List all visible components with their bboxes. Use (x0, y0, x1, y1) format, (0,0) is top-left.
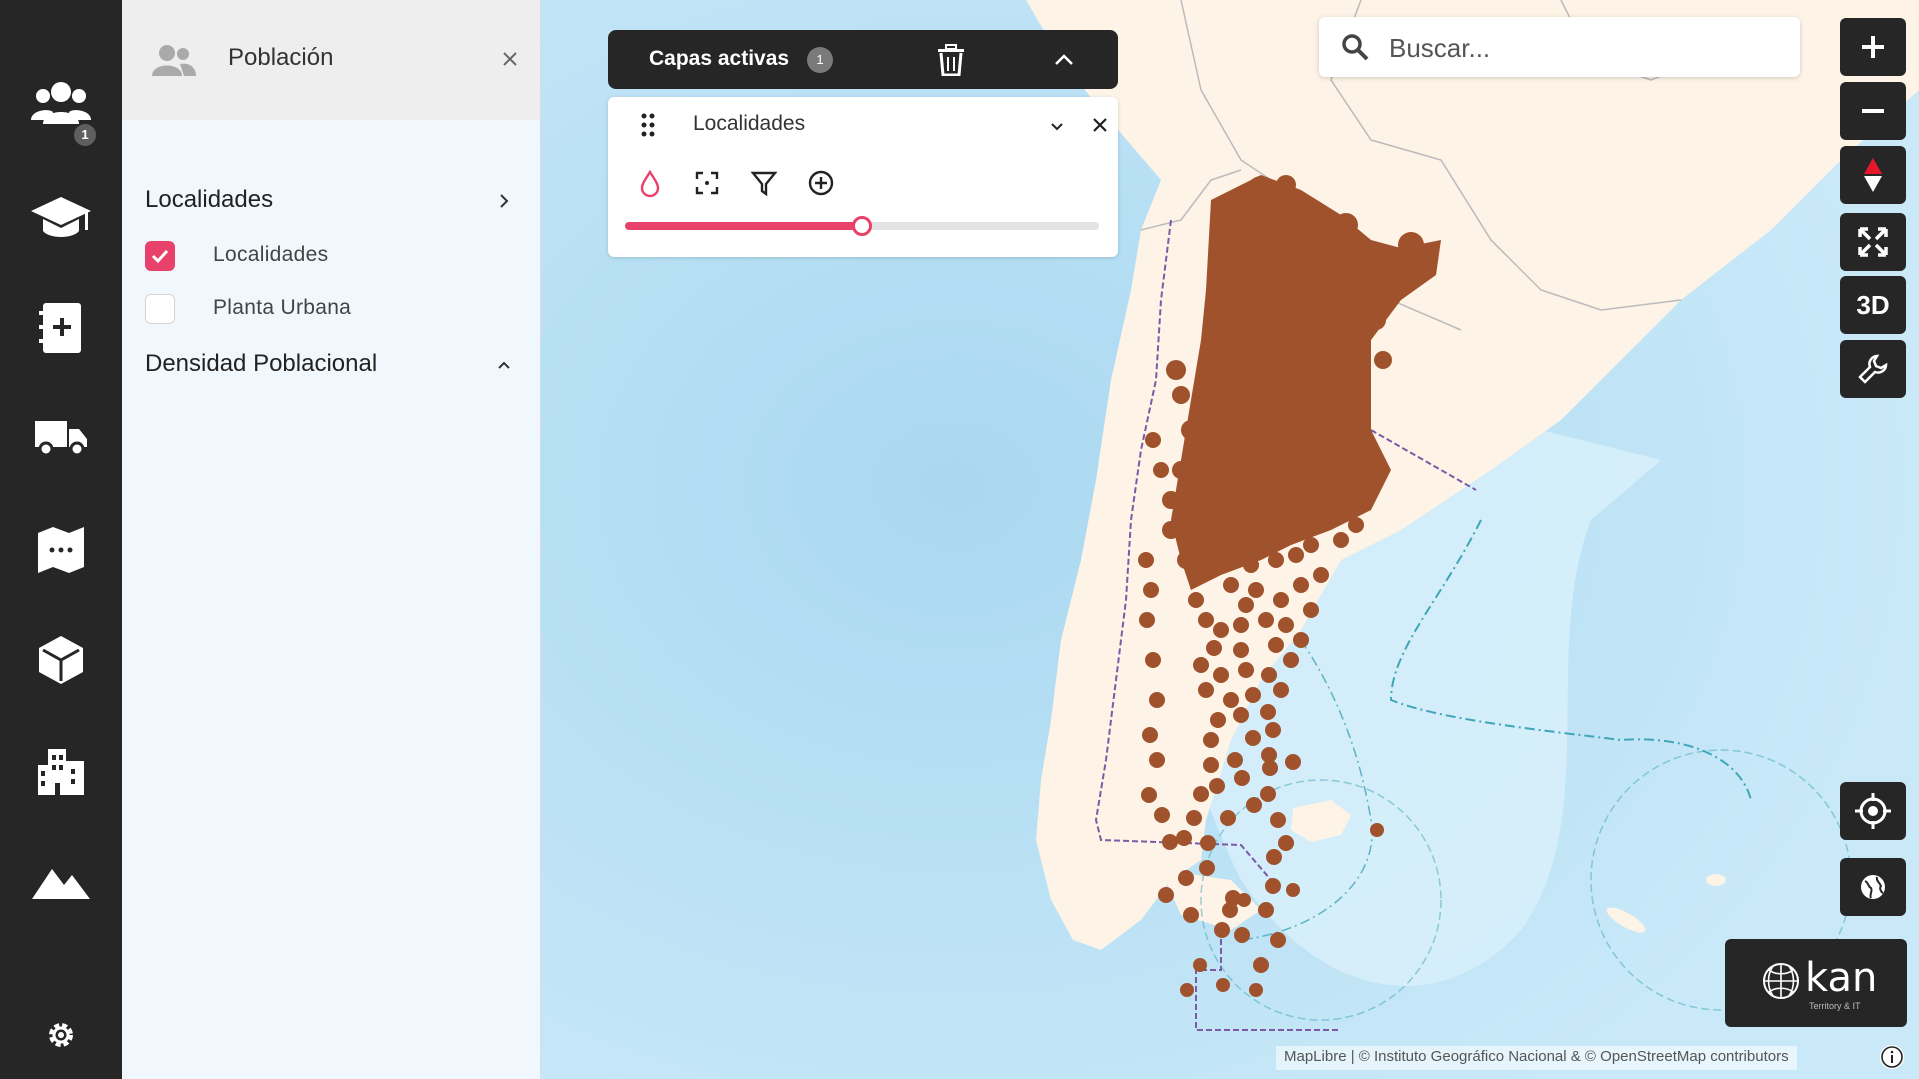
section-title-localidades[interactable]: Localidades (145, 186, 273, 214)
search-icon (1342, 34, 1369, 61)
mountains-icon[interactable] (0, 842, 122, 922)
opacity-slider[interactable] (625, 216, 1099, 236)
checkbox-localidades[interactable] (145, 241, 175, 271)
opacity-slider-handle[interactable] (852, 216, 872, 236)
search-input[interactable] (1387, 27, 1781, 69)
brand-tagline: Territory & IT (1809, 1001, 1861, 1011)
globe-icon (1861, 875, 1885, 899)
tools-button[interactable] (1840, 340, 1906, 398)
active-layers-count-badge: 1 (807, 47, 833, 73)
checkbox-label-localidades: Localidades (213, 243, 329, 266)
check-icon (151, 249, 169, 264)
plus-icon (1862, 36, 1884, 58)
active-layers-title: Capas activas (649, 47, 790, 70)
chevron-down-icon[interactable] (1048, 117, 1066, 135)
active-layers-bar: Capas activas 1 (608, 30, 1118, 89)
cube-icon[interactable] (0, 620, 122, 700)
users-count-badge: 1 (74, 124, 96, 146)
wrench-icon (1858, 354, 1888, 384)
3d-toggle-button[interactable]: 3D (1840, 276, 1906, 334)
crosshair-icon (1855, 793, 1891, 829)
info-icon (1881, 1046, 1903, 1068)
chevron-up-icon[interactable] (494, 355, 514, 375)
expand-icon (1858, 227, 1888, 257)
add-circle-icon[interactable] (806, 168, 836, 198)
panel-header: Población (122, 0, 540, 120)
left-rail: 1 (0, 0, 122, 1079)
layer-name: Localidades (693, 112, 806, 135)
fullscreen-button[interactable] (1840, 213, 1906, 271)
brand-name: kan (1805, 955, 1878, 1001)
zoom-out-button[interactable] (1840, 82, 1906, 140)
minus-icon (1862, 109, 1884, 113)
checkbox-planta-urbana[interactable] (145, 294, 175, 324)
zoom-in-button[interactable] (1840, 18, 1906, 76)
info-button[interactable] (1880, 1045, 1904, 1069)
side-panel: Población Localidades Localidades Planta… (122, 0, 541, 1079)
truck-icon[interactable] (0, 398, 122, 478)
chevron-up-icon[interactable] (1052, 48, 1076, 72)
map-icon[interactable] (0, 510, 122, 590)
buildings-icon[interactable] (0, 732, 122, 812)
focus-extent-icon[interactable] (692, 168, 722, 198)
chevron-right-icon[interactable] (494, 191, 514, 211)
graduation-cap-icon[interactable] (0, 178, 122, 258)
users-icon[interactable] (0, 62, 122, 142)
close-icon[interactable] (1090, 115, 1110, 135)
brand-logo: kan Territory & IT (1725, 939, 1907, 1027)
compass-button[interactable] (1840, 146, 1906, 204)
gear-icon[interactable] (0, 1000, 122, 1070)
add-document-icon[interactable] (0, 288, 122, 368)
filter-icon[interactable] (749, 168, 779, 198)
drag-handle-icon[interactable] (641, 113, 655, 137)
layer-card-localidades: Localidades (608, 97, 1118, 257)
close-icon[interactable] (498, 47, 522, 71)
search-box (1319, 17, 1800, 77)
map-attribution[interactable]: MapLibre | © Instituto Geográfico Nacion… (1276, 1046, 1797, 1070)
checkbox-label-planta-urbana: Planta Urbana (213, 296, 352, 319)
users-icon (152, 45, 196, 76)
globe-logo-icon (1763, 963, 1799, 999)
opacity-slider-fill (625, 222, 862, 230)
trash-icon[interactable] (936, 44, 966, 76)
compass-icon (1864, 158, 1882, 192)
basemap-button[interactable] (1840, 858, 1906, 916)
section-title-densidad-poblacional[interactable]: Densidad Poblacional (145, 350, 377, 378)
panel-title: Población (228, 44, 334, 71)
drop-icon[interactable] (635, 168, 665, 198)
locate-me-button[interactable] (1840, 782, 1906, 840)
